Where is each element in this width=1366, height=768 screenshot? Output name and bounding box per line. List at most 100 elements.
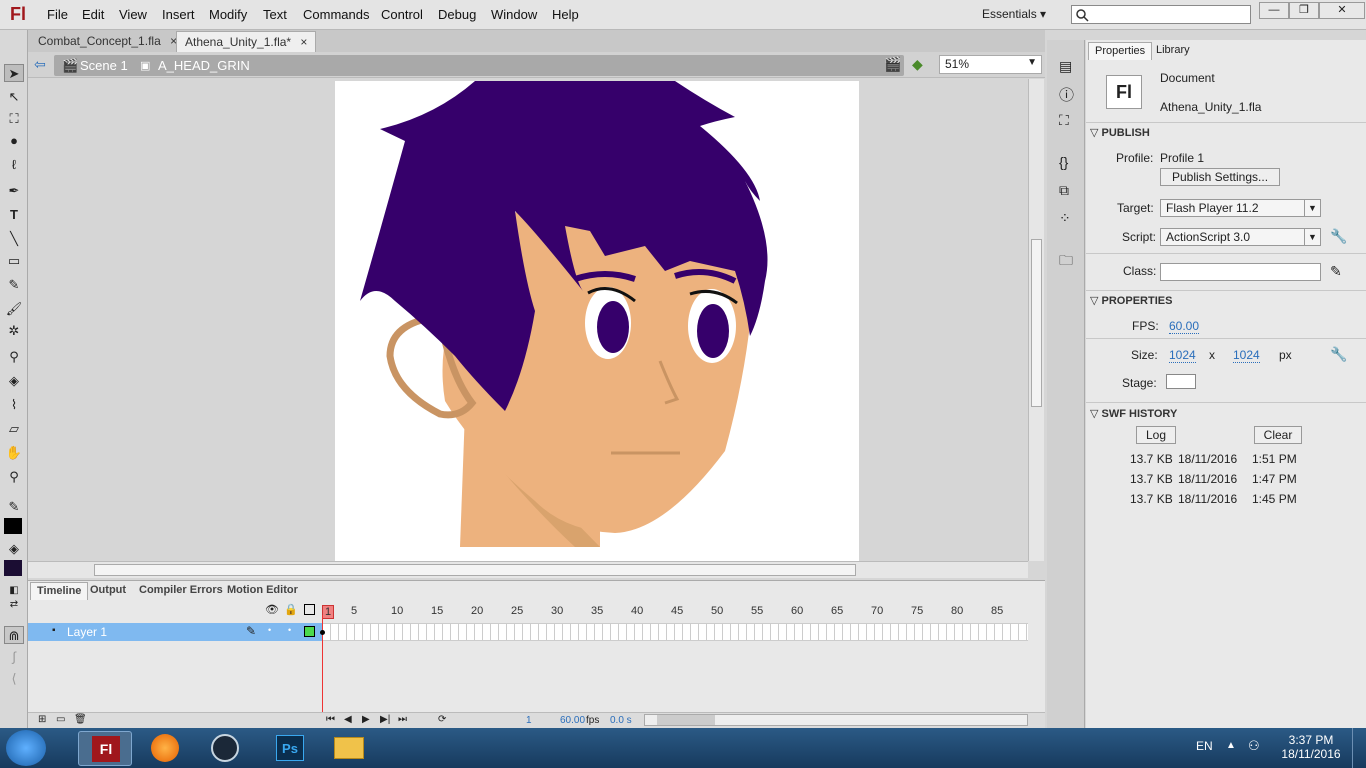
selection-tool-icon[interactable]: ➤ [4, 64, 24, 82]
menu-text[interactable]: Text [263, 7, 287, 22]
clear-button[interactable]: Clear [1254, 426, 1302, 444]
wrench-icon[interactable]: 🔧 [1330, 346, 1347, 363]
free-transform-tool-icon[interactable]: ⛶ [4, 110, 24, 128]
bone-tool-icon[interactable]: ⚲ [4, 348, 24, 366]
pencil-tool-icon[interactable]: ✎ [4, 276, 24, 294]
paint-bucket-tool-icon[interactable]: ◈ [4, 372, 24, 390]
code-snippets-icon[interactable]: {} [1059, 154, 1068, 170]
start-button[interactable] [6, 730, 46, 766]
menu-help[interactable]: Help [552, 7, 579, 22]
subselection-tool-icon[interactable]: ↖ [4, 88, 24, 106]
snap-to-objects-icon[interactable]: ⋒ [4, 626, 24, 644]
menu-modify[interactable]: Modify [209, 7, 247, 22]
script-select[interactable]: ActionScript 3.0 ▼ [1160, 228, 1321, 246]
new-folder-icon[interactable]: ▭ [56, 714, 65, 725]
scrollbar-thumb[interactable] [657, 715, 715, 725]
stroke-color-icon[interactable]: ✎ [4, 498, 24, 516]
menu-file[interactable]: File [47, 7, 68, 22]
align-panel-icon[interactable]: ▤ [1059, 58, 1072, 75]
tab-compiler-errors[interactable]: Compiler Errors [133, 582, 229, 600]
breadcrumb-symbol[interactable]: A_HEAD_GRIN [158, 58, 250, 73]
first-frame-icon[interactable]: ⏮ [326, 714, 335, 725]
back-arrow-icon[interactable]: ⇦ [34, 56, 46, 73]
3d-rotation-tool-icon[interactable]: ● [4, 132, 24, 150]
text-tool-icon[interactable]: T [4, 206, 24, 224]
swf-history-section-header[interactable]: ▽ SWF HISTORY [1090, 407, 1177, 420]
transform-icon[interactable]: ⛶ [1059, 112, 1069, 129]
edit-symbols-icon[interactable]: ◆ [912, 56, 923, 73]
breadcrumb-scene[interactable]: Scene 1 [80, 58, 128, 73]
taskbar-app-explorer[interactable] [322, 731, 376, 766]
menu-view[interactable]: View [119, 7, 147, 22]
stage[interactable] [335, 81, 859, 561]
show-desktop-button[interactable] [1352, 728, 1366, 768]
motion-presets-icon[interactable]: ⁘ [1059, 210, 1071, 227]
taskbar-app-flash[interactable]: Fl [78, 731, 132, 766]
height-value[interactable]: 1024 [1233, 348, 1260, 363]
horizontal-scrollbar[interactable] [28, 561, 1028, 578]
fill-bucket-icon[interactable]: ◈ [4, 540, 24, 558]
frame-cells[interactable] [323, 623, 1028, 641]
playhead-label[interactable]: 1 [322, 605, 335, 619]
deco-tool-icon[interactable]: ✲ [4, 322, 24, 340]
hand-tool-icon[interactable]: ✋ [4, 444, 24, 462]
straighten-icon[interactable]: ⟨ [4, 670, 24, 688]
fill-color-swatch[interactable] [4, 560, 22, 576]
timeline-scrollbar[interactable] [644, 714, 1028, 726]
play-icon[interactable]: ▶ [362, 714, 370, 725]
info-icon[interactable]: ⓘ [1059, 84, 1074, 105]
publish-settings-button[interactable]: Publish Settings... [1160, 168, 1280, 186]
show-hidden-icons-icon[interactable]: ▲ [1226, 740, 1236, 751]
components-icon[interactable]: ⧉ [1059, 182, 1069, 199]
workspace-switcher[interactable]: Essentials ▾ [982, 7, 1046, 21]
character-head-artwork[interactable] [335, 81, 859, 561]
close-icon[interactable]: × [300, 35, 307, 49]
stage-color-swatch[interactable] [1166, 374, 1196, 389]
search-input[interactable] [1071, 5, 1251, 24]
fps-value[interactable]: 60.00 [1169, 319, 1200, 334]
delete-layer-icon[interactable]: 🗑 [74, 714, 87, 725]
step-back-icon[interactable]: ◀ [344, 714, 352, 725]
taskbar-app-firefox[interactable] [138, 731, 192, 766]
lasso-tool-icon[interactable]: ℓ [4, 156, 24, 174]
menu-commands[interactable]: Commands [303, 7, 369, 22]
menu-debug[interactable]: Debug [438, 7, 476, 22]
restore-button[interactable]: ❐ [1289, 2, 1319, 19]
wrench-icon[interactable]: 🔧 [1330, 228, 1347, 245]
outline-icon[interactable] [304, 604, 315, 615]
minimize-button[interactable]: — [1259, 2, 1289, 19]
line-tool-icon[interactable]: ╲ [4, 230, 24, 248]
pen-tool-icon[interactable]: ✒ [4, 182, 24, 200]
tab-library[interactable]: Library [1150, 42, 1196, 60]
publish-section-header[interactable]: ▽ PUBLISH [1090, 126, 1150, 139]
language-indicator[interactable]: EN [1196, 739, 1213, 753]
scrollbar-thumb[interactable] [94, 564, 856, 576]
last-frame-icon[interactable]: ⏭ [398, 714, 407, 725]
visibility-dot[interactable]: • [268, 625, 271, 635]
rectangle-tool-icon[interactable]: ▭ [4, 252, 24, 270]
tab-athena-unity[interactable]: Athena_Unity_1.fla* × [176, 31, 317, 52]
layer-row[interactable]: ▪ Layer 1 ✎ • • [28, 623, 323, 641]
properties-section-header[interactable]: ▽ PROPERTIES [1090, 294, 1172, 307]
tab-output[interactable]: Output [84, 582, 132, 600]
tab-combat-concept[interactable]: Combat_Concept_1.fla × [30, 31, 185, 52]
zoom-select[interactable]: 51% ▼ [939, 55, 1042, 74]
eyedropper-tool-icon[interactable]: ⌇ [4, 396, 24, 414]
stroke-color-swatch[interactable] [4, 518, 22, 534]
layer-outline-color[interactable] [304, 626, 315, 637]
width-value[interactable]: 1024 [1169, 348, 1196, 363]
smooth-icon[interactable]: ∫ [4, 648, 24, 666]
tab-timeline[interactable]: Timeline [30, 582, 89, 600]
taskbar-app-steam[interactable] [198, 731, 252, 766]
eraser-tool-icon[interactable]: ▱ [4, 420, 24, 438]
tab-motion-editor[interactable]: Motion Editor [221, 582, 304, 600]
loop-icon[interactable]: ⟳ [438, 714, 446, 725]
menu-window[interactable]: Window [491, 7, 537, 22]
tab-properties[interactable]: Properties [1088, 42, 1153, 60]
pencil-icon[interactable]: ✎ [1330, 263, 1342, 280]
close-button[interactable]: ✕ [1319, 2, 1365, 19]
current-frame[interactable]: 1 [526, 715, 532, 726]
edit-scene-icon[interactable]: 🎬 [884, 56, 901, 73]
zoom-tool-icon[interactable]: ⚲ [4, 468, 24, 486]
clock[interactable]: 3:37 PM 18/11/2016 [1280, 733, 1342, 761]
